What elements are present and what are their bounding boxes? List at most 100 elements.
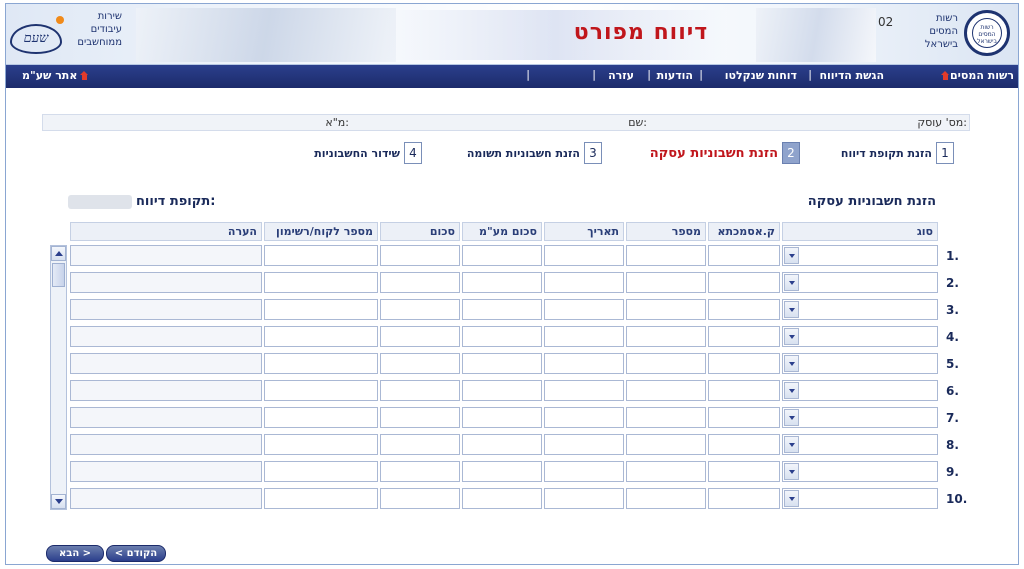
vat-amount-input[interactable] (462, 488, 542, 509)
type-select[interactable] (782, 299, 938, 320)
next-button[interactable]: הבא > (46, 545, 104, 562)
note-input[interactable] (70, 272, 262, 293)
reference-input[interactable] (708, 434, 780, 455)
reference-input[interactable] (708, 353, 780, 374)
shaam-logo[interactable]: שעם שירות עיבודים ממוחשבים (8, 8, 126, 62)
date-input[interactable] (544, 488, 624, 509)
note-input[interactable] (70, 245, 262, 266)
nav-help[interactable]: עזרה (608, 69, 634, 82)
reference-input[interactable] (708, 299, 780, 320)
amount-input[interactable] (380, 245, 460, 266)
number-input[interactable] (626, 326, 706, 347)
note-input[interactable] (70, 461, 262, 482)
date-input[interactable] (544, 245, 624, 266)
chevron-down-icon[interactable] (784, 355, 799, 372)
vat-amount-input[interactable] (462, 461, 542, 482)
date-input[interactable] (544, 326, 624, 347)
customer-number-input[interactable] (264, 380, 378, 401)
type-select[interactable] (782, 272, 938, 293)
vat-amount-input[interactable] (462, 407, 542, 428)
type-select[interactable] (782, 353, 938, 374)
nav-tax-authority[interactable]: רשות המסים (938, 69, 1014, 82)
date-input[interactable] (544, 461, 624, 482)
scroll-thumb[interactable] (52, 263, 65, 287)
vat-amount-input[interactable] (462, 353, 542, 374)
type-select[interactable] (782, 461, 938, 482)
note-input[interactable] (70, 488, 262, 509)
number-input[interactable] (626, 380, 706, 401)
grid-scrollbar[interactable] (50, 245, 67, 510)
type-select[interactable] (782, 407, 938, 428)
number-input[interactable] (626, 245, 706, 266)
customer-number-input[interactable] (264, 407, 378, 428)
previous-button[interactable]: < הקודם (106, 545, 166, 562)
type-select[interactable] (782, 380, 938, 401)
chevron-down-icon[interactable] (784, 382, 799, 399)
date-input[interactable] (544, 380, 624, 401)
customer-number-input[interactable] (264, 488, 378, 509)
chevron-down-icon[interactable] (784, 436, 799, 453)
amount-input[interactable] (380, 353, 460, 374)
type-select[interactable] (782, 488, 938, 509)
chevron-down-icon[interactable] (784, 463, 799, 480)
nav-annual-reports[interactable]: דוחות שנקלטו (725, 69, 797, 82)
customer-number-input[interactable] (264, 461, 378, 482)
number-input[interactable] (626, 434, 706, 455)
note-input[interactable] (70, 326, 262, 347)
number-input[interactable] (626, 272, 706, 293)
reference-input[interactable] (708, 380, 780, 401)
number-input[interactable] (626, 299, 706, 320)
chevron-down-icon[interactable] (784, 274, 799, 291)
note-input[interactable] (70, 299, 262, 320)
amount-input[interactable] (380, 380, 460, 401)
type-select[interactable] (782, 245, 938, 266)
scroll-down-arrow-icon[interactable] (51, 494, 66, 509)
note-input[interactable] (70, 380, 262, 401)
customer-number-input[interactable] (264, 299, 378, 320)
note-input[interactable] (70, 407, 262, 428)
type-select[interactable] (782, 434, 938, 455)
number-input[interactable] (626, 407, 706, 428)
vat-amount-input[interactable] (462, 299, 542, 320)
vat-amount-input[interactable] (462, 272, 542, 293)
scroll-up-arrow-icon[interactable] (51, 246, 66, 261)
vat-amount-input[interactable] (462, 326, 542, 347)
amount-input[interactable] (380, 299, 460, 320)
customer-number-input[interactable] (264, 353, 378, 374)
date-input[interactable] (544, 434, 624, 455)
date-input[interactable] (544, 353, 624, 374)
nav-shaam-site[interactable]: אתר שע"מ (22, 69, 89, 82)
vat-amount-input[interactable] (462, 434, 542, 455)
reference-input[interactable] (708, 272, 780, 293)
date-input[interactable] (544, 299, 624, 320)
note-input[interactable] (70, 434, 262, 455)
vat-amount-input[interactable] (462, 245, 542, 266)
nav-report-submission[interactable]: הגשת הדיווח (819, 69, 884, 82)
step-2-sales-invoices[interactable]: 2 הזנת חשבוניות עסקה (650, 141, 800, 165)
amount-input[interactable] (380, 407, 460, 428)
step-1-report-period[interactable]: 1 הזנת תקופת דיווח (841, 141, 954, 165)
note-input[interactable] (70, 353, 262, 374)
step-4-transmit-invoices[interactable]: 4 שידור החשבוניות (314, 141, 422, 165)
amount-input[interactable] (380, 326, 460, 347)
chevron-down-icon[interactable] (784, 328, 799, 345)
number-input[interactable] (626, 461, 706, 482)
chevron-down-icon[interactable] (784, 490, 799, 507)
amount-input[interactable] (380, 488, 460, 509)
customer-number-input[interactable] (264, 326, 378, 347)
date-input[interactable] (544, 407, 624, 428)
reference-input[interactable] (708, 488, 780, 509)
customer-number-input[interactable] (264, 272, 378, 293)
tax-authority-logo[interactable]: רשות המסים בישראל רשות המסים בישראל (898, 10, 1010, 60)
customer-number-input[interactable] (264, 434, 378, 455)
amount-input[interactable] (380, 272, 460, 293)
reference-input[interactable] (708, 245, 780, 266)
reference-input[interactable] (708, 461, 780, 482)
vat-amount-input[interactable] (462, 380, 542, 401)
chevron-down-icon[interactable] (784, 301, 799, 318)
nav-messages[interactable]: הודעות (657, 69, 693, 82)
reference-input[interactable] (708, 407, 780, 428)
chevron-down-icon[interactable] (784, 409, 799, 426)
amount-input[interactable] (380, 461, 460, 482)
chevron-down-icon[interactable] (784, 247, 799, 264)
